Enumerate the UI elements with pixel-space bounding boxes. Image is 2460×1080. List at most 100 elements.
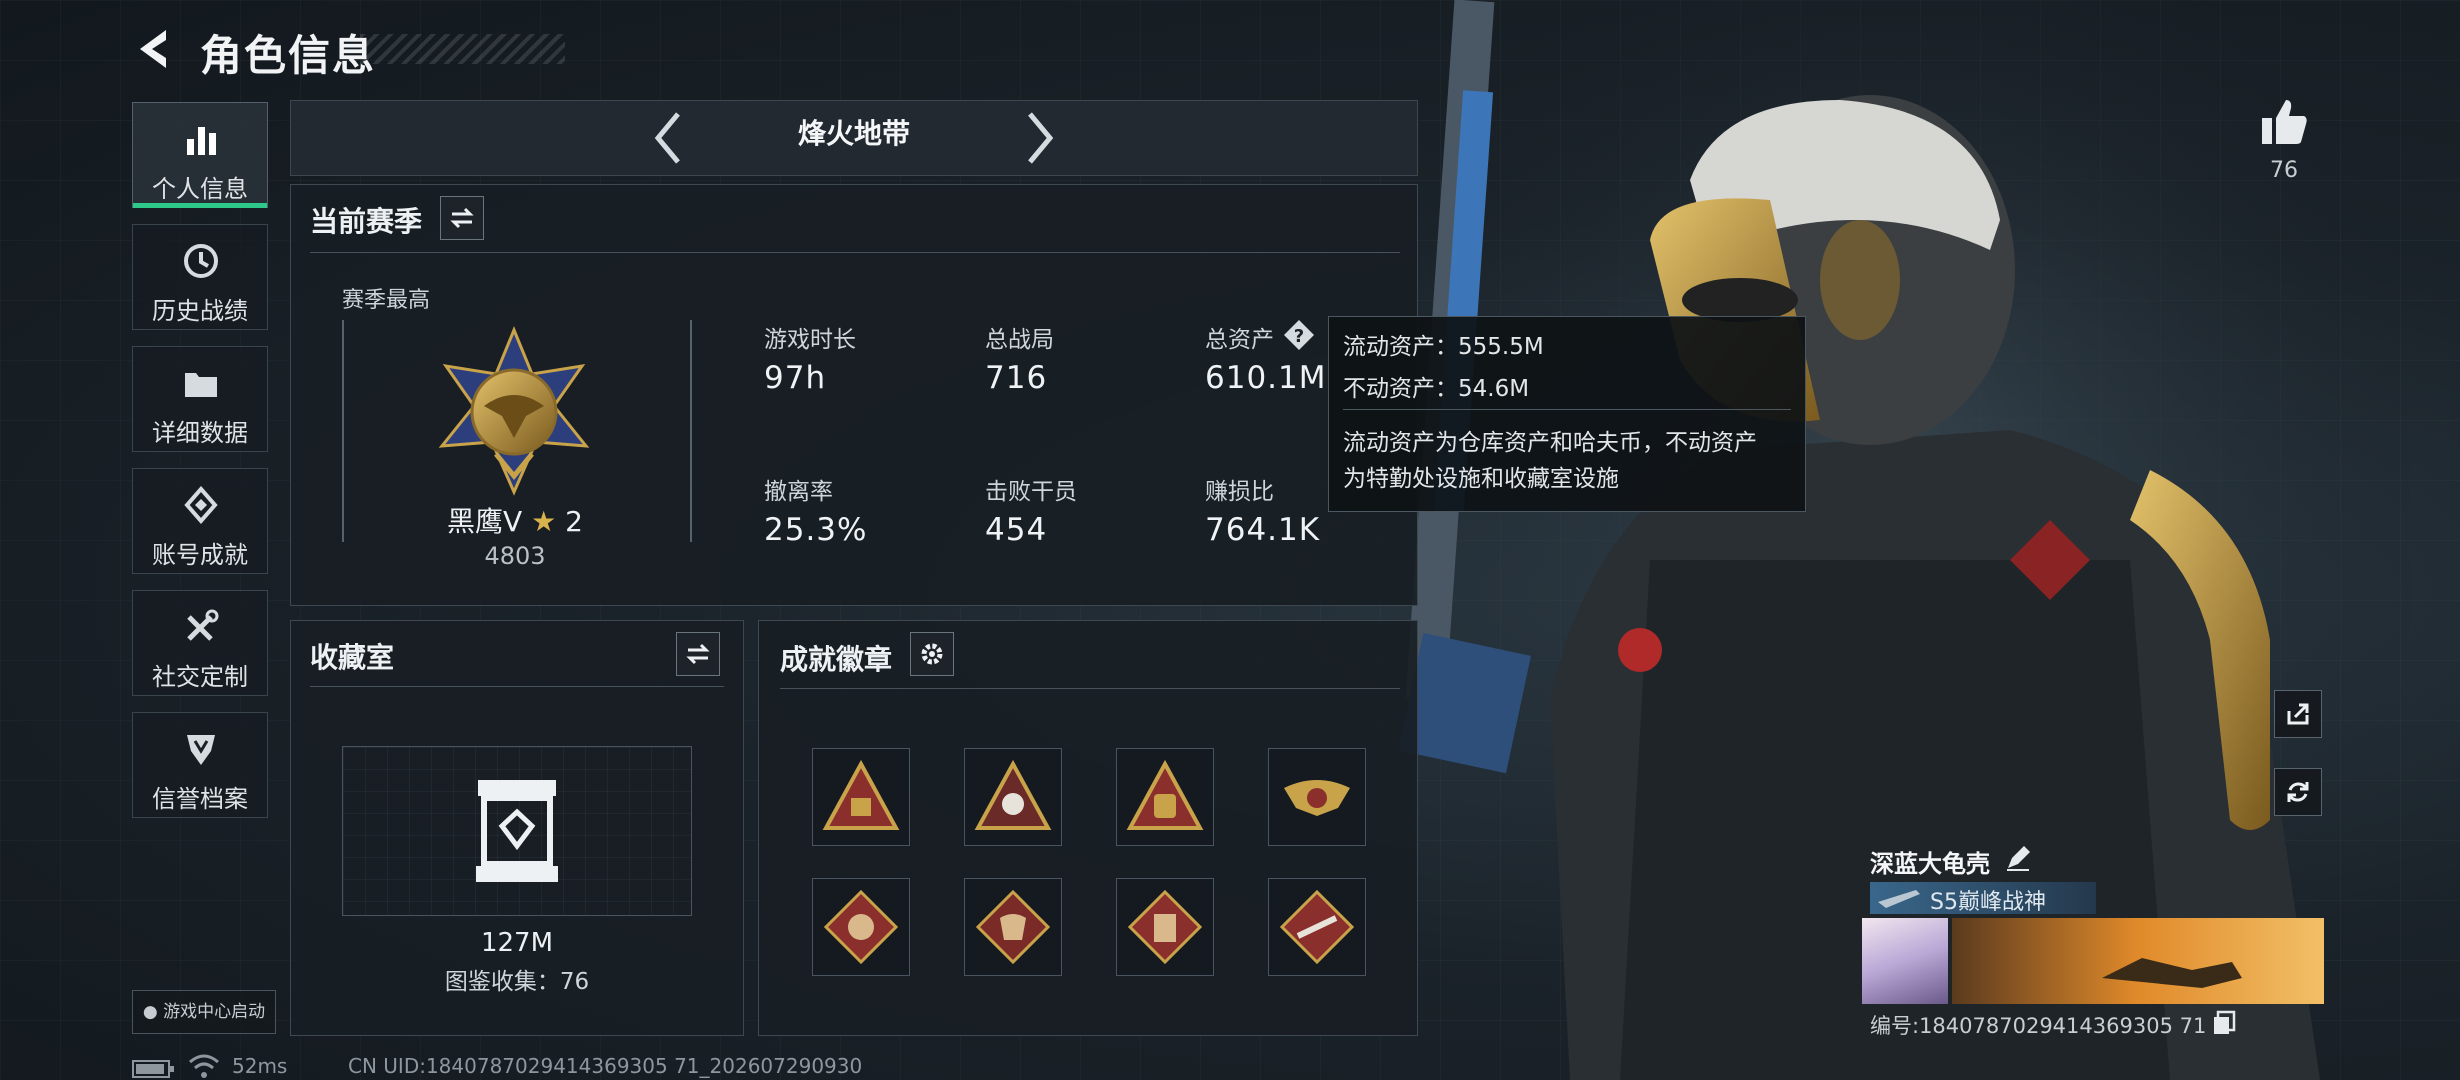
collection-panel-title: 收藏室 xyxy=(310,641,395,674)
collection-display-case-icon xyxy=(476,780,558,882)
badge-diamond-rifle-icon xyxy=(1279,889,1355,965)
cn-uid: CN UID:1840787029414369305 71_2026072909… xyxy=(348,1054,863,1078)
badge-triangle-s8-icon xyxy=(822,759,900,830)
sidebar-item-label: 历史战绩 xyxy=(152,297,248,325)
stat-label-total-matches: 总战局 xyxy=(985,327,1054,353)
sidebar-item-social-custom[interactable]: 社交定制 xyxy=(132,590,268,696)
rank-points: 4803 xyxy=(484,542,546,570)
copy-icon[interactable] xyxy=(2212,1010,2236,1036)
badge-slot[interactable] xyxy=(1268,878,1366,976)
badge-wings-icon xyxy=(1284,780,1350,816)
sidebar-item-detailed-data[interactable]: 详细数据 xyxy=(132,346,268,452)
collection-switch-button[interactable] xyxy=(676,632,720,676)
battery-icon xyxy=(132,1060,174,1078)
sidebar-item-label: 详细数据 xyxy=(152,419,248,447)
badge-slot[interactable] xyxy=(1268,748,1366,846)
stat-value-playtime: 97h xyxy=(764,360,827,396)
season-switch-button[interactable] xyxy=(440,196,484,240)
history-clock-icon xyxy=(184,244,218,278)
stat-value-extraction-rate: 25.3% xyxy=(764,512,868,548)
rank-star-icon: ★ xyxy=(531,505,557,538)
badges-settings-button[interactable] xyxy=(910,632,954,676)
season-best-label: 赛季最高 xyxy=(342,288,431,313)
badge-triangle-skull-icon xyxy=(974,759,1052,830)
tools-icon xyxy=(187,609,219,641)
tooltip-description-1: 流动资产为仓库资产和哈夫币，不动资产 xyxy=(1343,430,1757,456)
game-center-launch-button[interactable]: ● 游戏中心启动 xyxy=(132,990,276,1034)
badge-slot[interactable] xyxy=(812,748,910,846)
sidebar-item-label: 账号成就 xyxy=(152,541,248,569)
wifi-icon xyxy=(189,1054,219,1078)
divider xyxy=(310,252,1400,253)
svg-text:?: ? xyxy=(1294,326,1304,347)
bar-chart-icon xyxy=(187,127,216,155)
stat-label-operators-defeated: 击败干员 xyxy=(985,479,1077,505)
swap-arrows-icon xyxy=(686,643,710,665)
rank-stars: 2 xyxy=(565,505,583,538)
tooltip-liquid-assets: 流动资产：555.5M xyxy=(1343,334,1544,360)
sidebar-item-history[interactable]: 历史战绩 xyxy=(132,224,268,330)
collection-catalog-count: 图鉴收集：76 xyxy=(444,969,590,995)
qq-icon: ● xyxy=(142,1002,158,1022)
edit-pencil-icon[interactable] xyxy=(2004,844,2032,872)
back-arrow-icon[interactable] xyxy=(130,24,180,74)
tooltip-description-2: 为特勤处设施和收藏室设施 xyxy=(1343,466,1619,492)
shield-badge-icon xyxy=(187,735,215,765)
title-decoration xyxy=(360,34,565,64)
collection-value: 127M xyxy=(480,928,554,958)
stat-label-profit-loss-ratio: 赚损比 xyxy=(1205,479,1274,505)
badge-slot[interactable] xyxy=(812,878,910,976)
sidebar-item-label: 信誉档案 xyxy=(152,785,248,813)
stat-value-total-matches: 716 xyxy=(985,360,1048,396)
ping-value: 52ms xyxy=(232,1054,288,1078)
sidebar-item-reputation[interactable]: 信誉档案 xyxy=(132,712,268,818)
stat-label-playtime: 游戏时长 xyxy=(764,327,856,353)
folder-icon xyxy=(185,373,217,397)
divider xyxy=(310,686,724,687)
refresh-button[interactable] xyxy=(2274,768,2322,816)
page-title: 角色信息 xyxy=(200,31,377,80)
rank-name: 黑鹰V xyxy=(447,505,523,538)
share-button[interactable] xyxy=(2274,690,2322,738)
chevron-right-icon[interactable] xyxy=(1020,108,1060,168)
sidebar-item-personal-info[interactable]: 个人信息 xyxy=(132,102,268,208)
badge-slot[interactable] xyxy=(1116,878,1214,976)
badge-slot[interactable] xyxy=(1116,748,1214,846)
badges-panel-title: 成就徽章 xyxy=(780,643,893,676)
assets-tooltip: 流动资产：555.5M 不动资产：54.6M 流动资产为仓库资产和哈夫币，不动资… xyxy=(1328,316,1806,512)
thumbs-up-icon[interactable] xyxy=(2258,96,2310,148)
gear-icon xyxy=(921,643,943,665)
help-question-icon[interactable]: ? xyxy=(1282,318,1316,352)
likes-count: 76 xyxy=(2270,158,2298,183)
player-card-banner xyxy=(1952,918,2324,1004)
tooltip-fixed-assets: 不动资产：54.6M xyxy=(1343,376,1530,402)
badge-diamond-dragon-icon xyxy=(975,889,1051,965)
player-id: 编号:1840787029414369305 71 xyxy=(1870,1014,2207,1038)
share-icon xyxy=(2287,703,2309,725)
rank-name-row: 黑鹰V ★ 2 xyxy=(430,500,600,540)
tooltip-divider xyxy=(1343,409,1791,410)
game-center-label: 游戏中心启动 xyxy=(163,1002,266,1022)
player-avatar[interactable] xyxy=(1862,918,1948,1004)
badge-slot[interactable] xyxy=(964,748,1062,846)
achievement-diamond-icon xyxy=(184,485,218,525)
stat-value-total-assets: 610.1M xyxy=(1205,360,1327,396)
mode-title: 烽火地带 xyxy=(797,117,910,150)
title-rifle-icon xyxy=(1878,890,1920,908)
player-name: 深蓝大龟壳 xyxy=(1870,850,1990,878)
divider xyxy=(780,688,1400,689)
swap-arrows-icon xyxy=(450,207,474,229)
badge-diamond-wolf-icon xyxy=(823,889,899,965)
player-title: S5巅峰战神 xyxy=(1930,890,2046,915)
season-panel-title: 当前赛季 xyxy=(310,205,423,238)
badge-slot[interactable] xyxy=(964,878,1062,976)
badge-triangle-bag-icon xyxy=(1126,759,1204,830)
refresh-icon xyxy=(2287,782,2309,802)
stat-value-profit-loss-ratio: 764.1K xyxy=(1205,512,1321,548)
badge-diamond-vest-icon xyxy=(1127,889,1203,965)
sidebar-item-label: 社交定制 xyxy=(152,663,248,691)
sidebar-item-label: 个人信息 xyxy=(152,175,248,203)
stat-label-extraction-rate: 撤离率 xyxy=(764,479,833,505)
rank-black-hawk-emblem-icon xyxy=(438,326,590,496)
sidebar-item-achievements[interactable]: 账号成就 xyxy=(132,468,268,574)
